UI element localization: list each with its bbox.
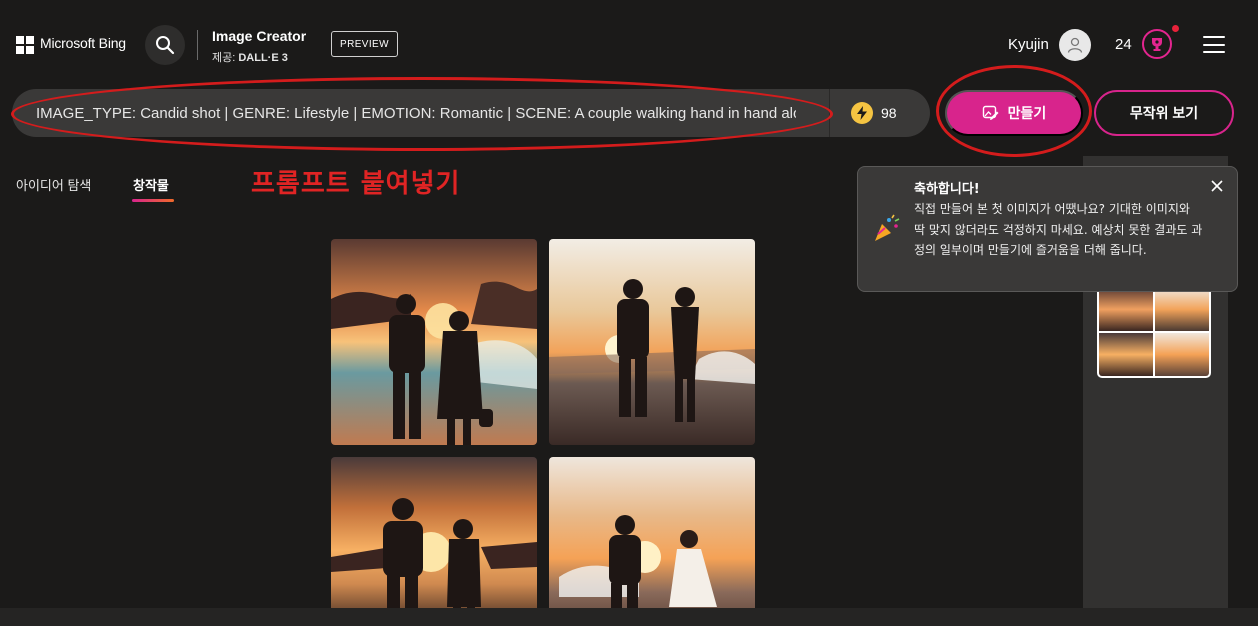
generated-image-3[interactable]: [331, 457, 537, 626]
generated-image-4[interactable]: [549, 457, 755, 626]
tab-explore-ideas[interactable]: 아이디어 탐색: [16, 175, 91, 194]
party-popper-icon: [875, 214, 900, 241]
user-icon: [1067, 37, 1083, 53]
lightning-glyph: [857, 106, 867, 120]
footer: [0, 608, 1258, 626]
microsoft-logo-icon[interactable]: [16, 36, 34, 54]
search-button[interactable]: [145, 25, 185, 65]
tab-creations[interactable]: 창작물: [133, 175, 169, 194]
reward-points[interactable]: 24: [1115, 36, 1132, 53]
annotation-text: 프롬프트 붙여넣기: [251, 169, 461, 199]
create-button[interactable]: 만들기: [945, 90, 1083, 136]
boost-count: 98: [881, 105, 897, 121]
product-subtitle-model: DALL·E 3: [238, 52, 288, 64]
avatar[interactable]: [1059, 29, 1091, 61]
prompt-input[interactable]: [36, 89, 796, 137]
create-button-label: 만들기: [1007, 105, 1047, 121]
toast-body: 직접 만들어 본 첫 이미지가 어땠나요? 기대한 이미지와 딱 맞지 않더라도…: [914, 202, 1203, 257]
lightning-icon[interactable]: [851, 102, 873, 124]
menu-icon[interactable]: [1203, 36, 1225, 53]
product-title[interactable]: Image Creator: [212, 28, 306, 44]
rewards-button[interactable]: [1142, 29, 1172, 59]
user-name[interactable]: Kyujin: [1008, 36, 1049, 53]
generated-image-2[interactable]: [549, 239, 755, 445]
congrats-toast: 축하합니다! 직접 만들어 본 첫 이미지가 어땠나요? 기대한 이미지와 딱 …: [857, 166, 1238, 292]
generated-image-1[interactable]: [331, 239, 537, 445]
image-create-icon: [982, 105, 999, 120]
random-view-button[interactable]: 무작위 보기: [1094, 90, 1234, 136]
toast-title: 축하합니다!: [914, 182, 980, 197]
product-subtitle: 제공: DALL·E 3: [212, 49, 288, 65]
brand-name[interactable]: Microsoft Bing: [40, 35, 126, 51]
prompt-bar: 98: [12, 89, 930, 137]
close-icon[interactable]: [1208, 177, 1226, 195]
header: Microsoft Bing Image Creator 제공: DALL·E …: [0, 0, 1258, 88]
history-thumbnail[interactable]: [1097, 286, 1211, 378]
prompt-separator: [829, 89, 830, 137]
trophy-icon: [1152, 38, 1162, 51]
header-divider: [197, 30, 198, 60]
preview-badge: PREVIEW: [331, 31, 398, 57]
active-tab-indicator: [132, 199, 174, 202]
search-icon: [156, 36, 175, 55]
product-subtitle-prefix: 제공:: [212, 52, 239, 64]
notification-dot: [1172, 25, 1179, 32]
